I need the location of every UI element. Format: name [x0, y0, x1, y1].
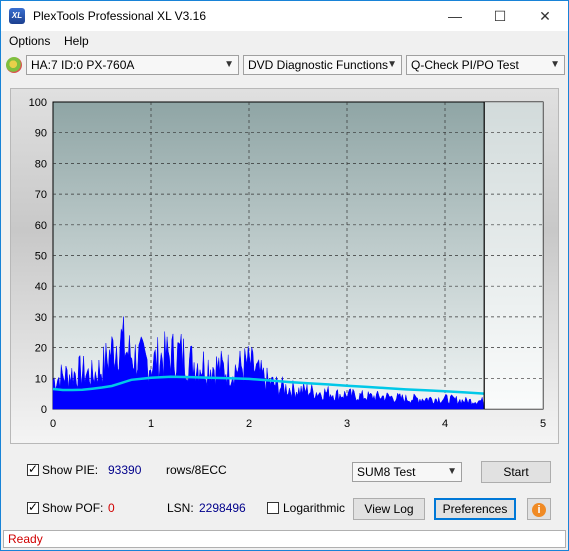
chevron-down-icon: ▼	[387, 59, 397, 70]
app-window: XL PlexTools Professional XL V3.16 — ☐ ✕…	[0, 0, 569, 551]
info-icon: i	[532, 503, 546, 517]
view-log-button[interactable]: View Log	[353, 498, 425, 520]
x-tick-label: 3	[344, 418, 350, 430]
test-select-value: Q-Check PI/PO Test	[411, 58, 519, 72]
menu-bar: Options Help	[1, 31, 568, 51]
x-tick-label: 2	[246, 418, 252, 430]
lsn-value: 2298496	[199, 501, 246, 515]
y-tick-label: 70	[35, 189, 47, 201]
y-tick-label: 20	[35, 343, 47, 355]
status-bar: Ready	[3, 530, 566, 548]
logarithmic-label: Logarithmic	[283, 501, 346, 515]
y-tick-label: 80	[35, 158, 47, 170]
menu-options[interactable]: Options	[9, 34, 50, 48]
show-pie-label: Show PIE:	[42, 463, 99, 477]
function-select[interactable]: DVD Diagnostic Functions ▼	[243, 55, 402, 75]
y-tick-label: 90	[35, 128, 47, 140]
chart-panel: 100 90 80 70 60 50 40 30 20 10 0 0 1 2 3 4 5	[10, 88, 559, 444]
x-tick-label: 4	[442, 418, 448, 430]
menu-help[interactable]: Help	[64, 34, 89, 48]
logarithmic-checkbox[interactable]	[267, 502, 279, 514]
start-button[interactable]: Start	[481, 461, 551, 483]
title-bar: XL PlexTools Professional XL V3.16 — ☐ ✕	[1, 1, 568, 31]
preferences-button[interactable]: Preferences	[434, 498, 516, 520]
window-title: PlexTools Professional XL V3.16	[33, 9, 206, 23]
y-tick-label: 30	[35, 312, 47, 324]
test-select[interactable]: Q-Check PI/PO Test ▼	[406, 55, 565, 75]
pie-unit: rows/8ECC	[166, 463, 227, 477]
maximize-icon[interactable]: ☐	[477, 1, 523, 31]
info-button[interactable]: i	[527, 498, 551, 520]
chevron-down-icon: ▼	[224, 59, 234, 70]
y-tick-label: 100	[29, 97, 47, 109]
chevron-down-icon: ▼	[550, 59, 560, 70]
pie-value: 93390	[108, 463, 142, 477]
drive-icon	[6, 57, 22, 73]
close-icon[interactable]: ✕	[522, 1, 568, 31]
app-logo-icon: XL	[9, 8, 25, 24]
y-tick-label: 10	[35, 373, 47, 385]
lsn-label: LSN:	[167, 501, 194, 515]
y-tick-label: 40	[35, 281, 47, 293]
sum-test-value: SUM8 Test	[357, 465, 416, 479]
x-tick-label: 0	[50, 418, 56, 430]
show-pof-label: Show POF:	[42, 501, 104, 515]
function-select-value: DVD Diagnostic Functions	[248, 58, 389, 72]
pof-value: 0	[108, 501, 115, 515]
chevron-down-icon: ▼	[447, 466, 457, 477]
show-pof-checkbox[interactable]	[27, 500, 39, 514]
y-tick-label: 50	[35, 251, 47, 263]
show-pie-checkbox[interactable]	[27, 462, 39, 476]
drive-select-value: HA:7 ID:0 PX-760A	[31, 58, 135, 72]
drive-select[interactable]: HA:7 ID:0 PX-760A ▼	[26, 55, 239, 75]
pi-po-chart: 10090807060504030201000 1 2 3 4 5	[29, 97, 546, 430]
y-tick-label: 0	[41, 404, 47, 416]
minimize-icon[interactable]: —	[432, 1, 478, 31]
x-tick-label: 1	[148, 418, 154, 430]
x-tick-label: 5	[540, 418, 546, 430]
sum-test-select[interactable]: SUM8 Test ▼	[352, 462, 462, 482]
y-tick-label: 60	[35, 220, 47, 232]
